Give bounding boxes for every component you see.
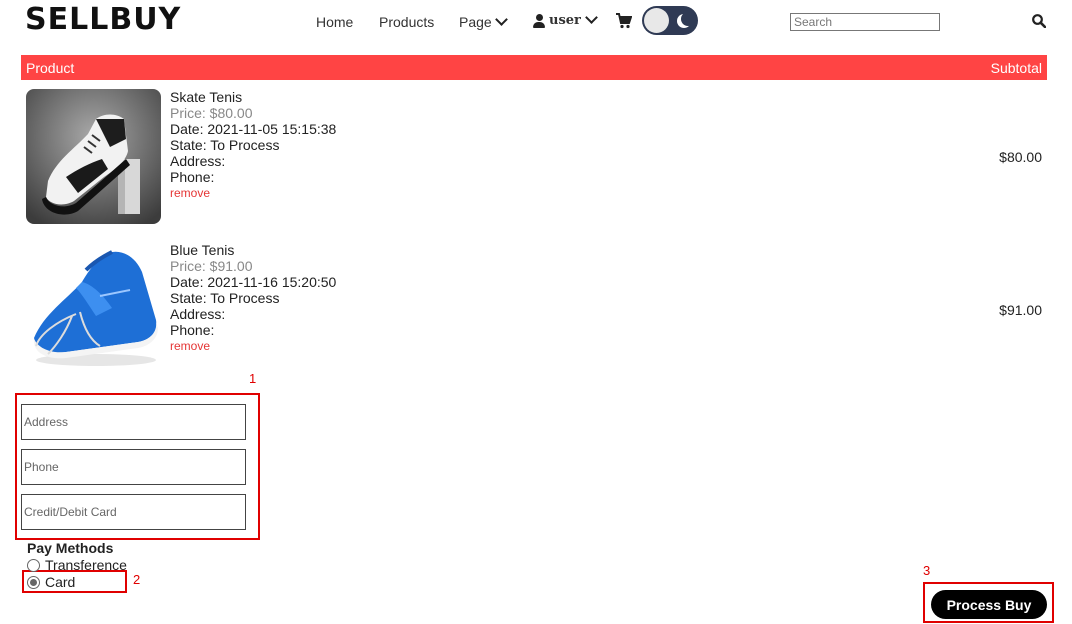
remove-link[interactable]: remove — [170, 185, 336, 201]
item-address: Address: — [170, 153, 226, 169]
item-price: Price: $91.00 — [170, 258, 253, 274]
moon-icon — [681, 12, 695, 26]
toggle-knob — [644, 8, 669, 33]
theme-toggle[interactable] — [642, 6, 698, 35]
product-image-skate-shoe — [26, 89, 161, 224]
item-name: Skate Tenis — [170, 89, 243, 105]
cart-icon[interactable] — [616, 13, 633, 34]
chevron-down-icon — [585, 11, 598, 24]
nav-products[interactable]: Products — [379, 14, 434, 30]
pay-option-transference[interactable]: Transference — [27, 557, 127, 573]
pay-option-card[interactable]: Card — [27, 574, 75, 590]
product-image-blue-shoe — [26, 242, 161, 377]
item-date: Date: 2021-11-16 15:20:50 — [170, 274, 337, 290]
phone-field[interactable] — [21, 449, 246, 485]
cart-table-header: Product Subtotal — [21, 55, 1047, 80]
column-product: Product — [26, 60, 75, 76]
nav-page-dropdown[interactable]: Page — [459, 13, 508, 30]
cart-item: Blue Tenis Price: $91.00 Date: 2021-11-1… — [26, 242, 1047, 382]
card-field[interactable] — [21, 494, 246, 530]
item-state: State: To Process — [170, 290, 280, 306]
pay-methods-title: Pay Methods — [27, 540, 114, 556]
item-subtotal: $91.00 — [999, 302, 1042, 318]
item-subtotal: $80.00 — [999, 149, 1042, 165]
user-menu[interactable]: user — [533, 11, 598, 28]
search-icon[interactable] — [1032, 14, 1047, 33]
user-icon — [533, 13, 545, 28]
item-state: State: To Process — [170, 137, 280, 153]
annotation-number: 2 — [133, 572, 141, 587]
item-name: Blue Tenis — [170, 242, 235, 258]
item-address: Address: — [170, 306, 226, 322]
column-subtotal: Subtotal — [990, 60, 1042, 76]
radio-transference[interactable] — [27, 558, 40, 572]
item-price: Price: $80.00 — [170, 105, 253, 121]
address-field[interactable] — [21, 404, 246, 440]
annotation-number: 1 — [249, 371, 257, 386]
nav-home[interactable]: Home — [316, 14, 353, 30]
radio-card[interactable] — [27, 575, 40, 589]
chevron-down-icon — [494, 13, 508, 26]
annotation-number: 3 — [923, 563, 931, 578]
nav-page-label: Page — [459, 14, 492, 30]
logo[interactable]: SELLBUY — [25, 2, 181, 37]
cart-item-info: Blue Tenis Price: $91.00 Date: 2021-11-1… — [170, 242, 336, 354]
cart-item-info: Skate Tenis Price: $80.00 Date: 2021-11-… — [170, 89, 336, 201]
user-menu-label: user — [549, 13, 581, 28]
radio-label-transference: Transference — [45, 557, 127, 573]
cart-item: Skate Tenis Price: $80.00 Date: 2021-11-… — [26, 89, 1047, 229]
item-date: Date: 2021-11-05 15:15:38 — [170, 121, 337, 137]
item-phone: Phone: — [170, 322, 215, 338]
process-buy-button[interactable]: Process Buy — [931, 590, 1047, 619]
item-phone: Phone: — [170, 169, 215, 185]
search-input[interactable] — [790, 13, 940, 31]
radio-label-card: Card — [45, 574, 76, 590]
remove-link[interactable]: remove — [170, 338, 336, 354]
